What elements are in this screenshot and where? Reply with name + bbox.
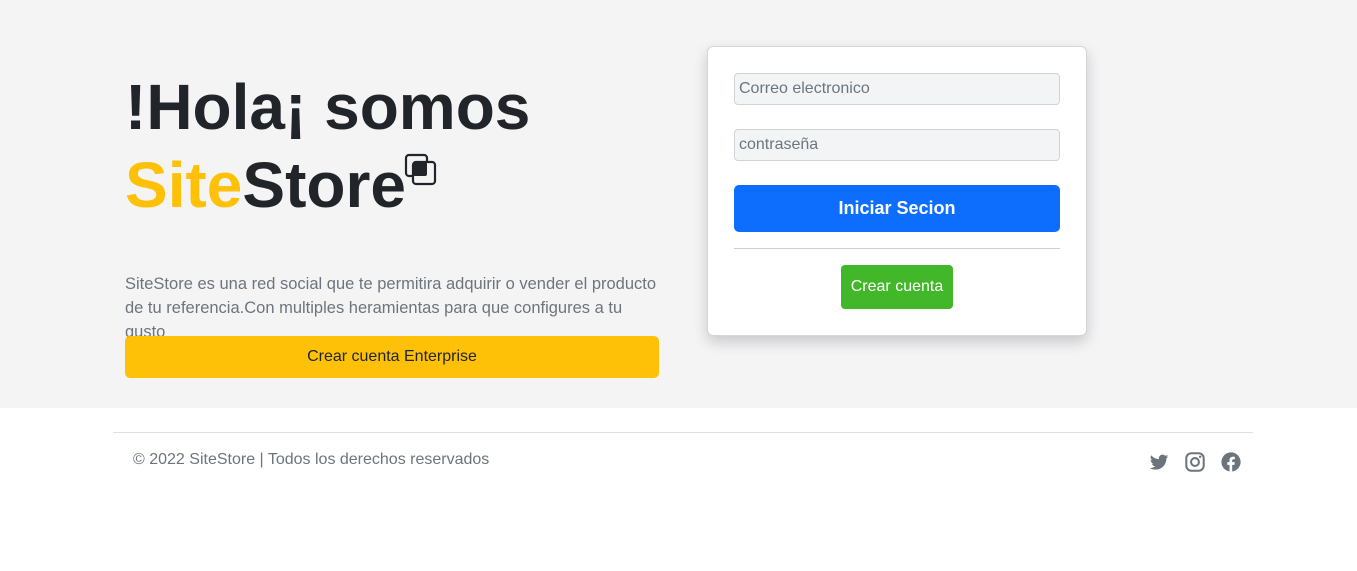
brand-name-accent: Site (125, 149, 243, 221)
brand-name-rest: Store (242, 149, 406, 221)
facebook-icon[interactable] (1220, 451, 1242, 473)
twitter-icon[interactable] (1148, 451, 1170, 473)
hero-section: !Hola¡ somos SiteStore SiteStore es una … (0, 0, 1357, 408)
password-field[interactable] (734, 129, 1060, 161)
headline-greeting: !Hola¡ somos (125, 71, 531, 143)
footer-divider (113, 432, 1253, 433)
email-field[interactable] (734, 73, 1060, 105)
copyright-text: © 2022 SiteStore | Todos los derechos re… (133, 451, 490, 468)
create-account-button[interactable]: Crear cuenta (841, 265, 953, 309)
description: SiteStore es una red social que te permi… (125, 275, 657, 341)
instagram-icon[interactable] (1184, 451, 1206, 473)
login-button[interactable]: Iniciar Secion (734, 185, 1060, 232)
create-enterprise-account-button[interactable]: Crear cuenta Enterprise (125, 336, 659, 378)
page-title: !Hola¡ somos SiteStore (125, 68, 685, 224)
stacked-squares-icon (404, 153, 437, 186)
divider (734, 248, 1060, 249)
login-card: Iniciar Secion Crear cuenta (707, 46, 1087, 336)
